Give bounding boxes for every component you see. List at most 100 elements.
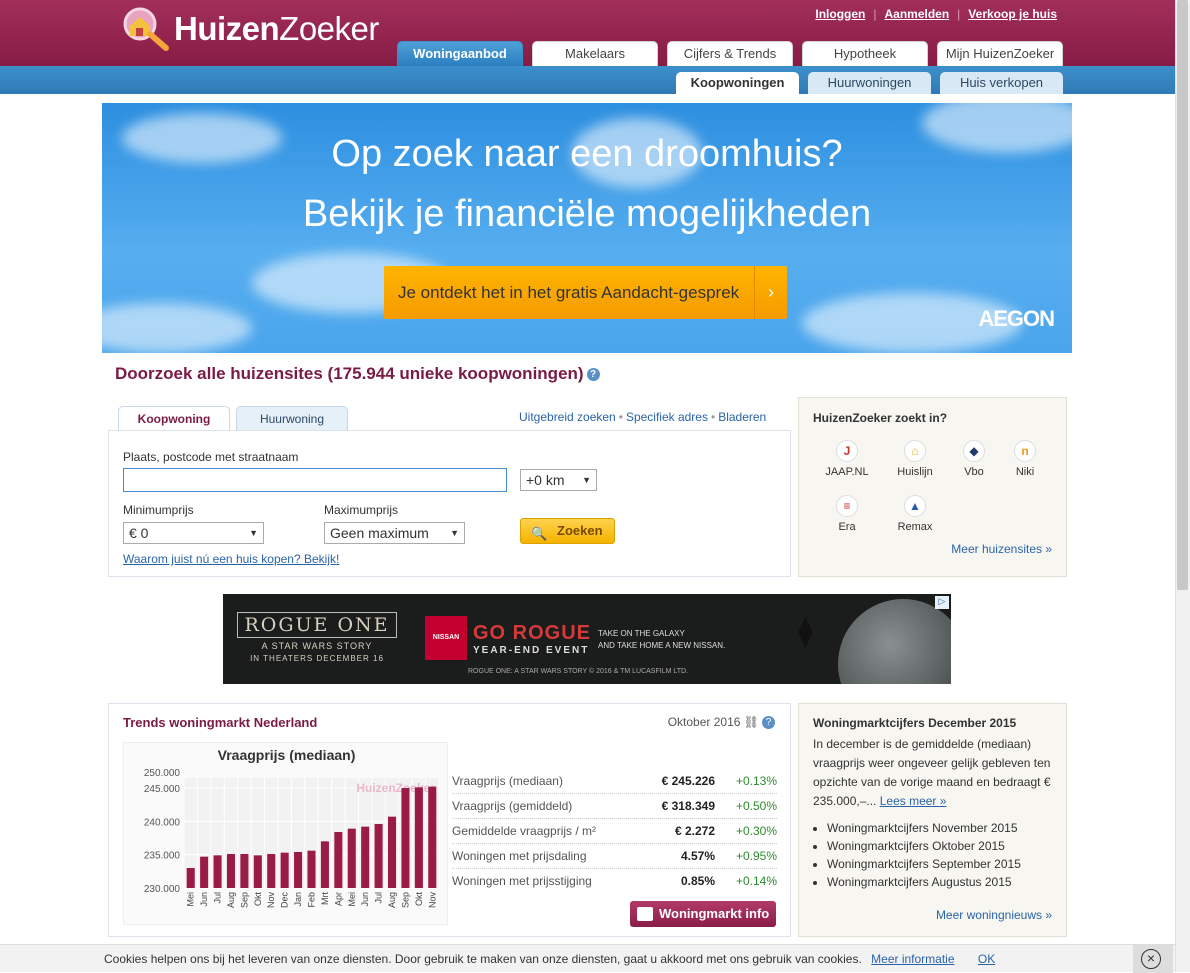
- scrollbar-thumb[interactable]: [1177, 0, 1188, 590]
- chart-bar: [347, 828, 356, 888]
- tab-mijn-huizenzoeker[interactable]: Mijn HuizenZoeker: [937, 41, 1063, 66]
- chevron-right-icon: ›: [754, 266, 787, 319]
- x-tick-label: Okt: [414, 892, 424, 907]
- browse-link[interactable]: Bladeren: [718, 410, 766, 424]
- tab-huurwoning[interactable]: Huurwoning: [236, 406, 348, 431]
- x-tick-label: Nov: [266, 892, 276, 909]
- chart-bar: [414, 787, 423, 888]
- chart-bar: [320, 841, 329, 888]
- market-info-button[interactable]: Woningmarkt info: [630, 901, 776, 927]
- cookie-ok-link[interactable]: OK: [978, 952, 995, 966]
- specific-address-link[interactable]: Specifiek adres: [626, 410, 708, 424]
- cookie-bar: Cookies helpen ons bij het leveren van o…: [0, 944, 1175, 973]
- tab-koopwoning[interactable]: Koopwoning: [118, 406, 230, 431]
- tab-hypotheek[interactable]: Hypotheek: [802, 41, 928, 66]
- advanced-search-link[interactable]: Uitgebreid zoeken: [519, 410, 616, 424]
- help-icon[interactable]: ?: [762, 716, 775, 730]
- chart-bar: [428, 786, 437, 888]
- site-era[interactable]: ≡ Era: [812, 495, 882, 533]
- chevron-down-icon: ▼: [582, 475, 591, 485]
- search-links: Uitgebreid zoeken • Specifiek adres • Blader…: [519, 410, 767, 424]
- chart-bar: [253, 855, 262, 888]
- max-price-label: Maximumprijs: [324, 503, 399, 517]
- max-price-select[interactable]: Geen maximum ▼: [324, 522, 465, 544]
- subtab-koopwoningen[interactable]: Koopwoningen: [676, 72, 799, 94]
- stat-row: Woningen met prijsstijging 0.85% +0.14%: [452, 874, 777, 888]
- chart-bar: [280, 852, 289, 888]
- ad-rogue-one-panel: ROGUE ONE A STAR WARS STORY IN THEATERS …: [237, 612, 397, 663]
- logo[interactable]: HuizenZoeker: [114, 6, 379, 52]
- site-niki[interactable]: n Niki: [990, 440, 1060, 478]
- sites-title: HuizenZoeker zoekt in?: [813, 411, 948, 425]
- y-tick-label: 235.000: [144, 851, 181, 862]
- place-input[interactable]: [123, 468, 507, 492]
- tab-cijfers-trends[interactable]: Cijfers & Trends: [667, 41, 793, 66]
- chart-bar: [401, 788, 410, 888]
- x-tick-label: Jun: [360, 892, 370, 907]
- cookie-more-link[interactable]: Meer informatie: [871, 952, 954, 966]
- tab-woningaanbod[interactable]: Woningaanbod: [397, 41, 523, 66]
- adchoices-icon[interactable]: ▷: [935, 596, 949, 609]
- news-item[interactable]: Woningmarktcijfers September 2015: [827, 855, 1021, 873]
- main-nav: Woningaanbod Makelaars Cijfers & Trends …: [397, 41, 1063, 66]
- x-tick-label: Mei: [186, 892, 196, 907]
- close-icon: ×: [1141, 949, 1161, 969]
- sites-box: HuizenZoeker zoekt in? J JAAP.NL ⌂ Huislij…: [798, 397, 1067, 577]
- logo-text: HuizenZoeker: [174, 10, 379, 47]
- cookie-close-button[interactable]: ×: [1133, 945, 1173, 973]
- more-sites-link[interactable]: Meer huizensites »: [951, 542, 1052, 556]
- radius-select[interactable]: +0 km ▼: [520, 469, 597, 491]
- x-tick-label: Jul: [374, 892, 384, 904]
- chart-bar: [374, 824, 383, 888]
- chart-bar: [388, 816, 397, 888]
- news-item[interactable]: Woningmarktcijfers Oktober 2015: [827, 837, 1021, 855]
- subtab-huis-verkopen[interactable]: Huis verkopen: [940, 72, 1063, 94]
- news-body: In december is de gemiddelde (mediaan) v…: [813, 737, 1051, 808]
- more-news-link[interactable]: Meer woningnieuws »: [936, 908, 1052, 922]
- y-tick-label: 240.000: [144, 817, 181, 828]
- site-jaap[interactable]: J JAAP.NL: [812, 440, 882, 478]
- x-tick-label: Nov: [427, 892, 437, 909]
- help-icon[interactable]: ?: [586, 368, 600, 382]
- stats-table: Vraagprijs (mediaan) € 245.226 +0.13% Vraa…: [452, 769, 777, 894]
- news-item[interactable]: Woningmarktcijfers November 2015: [827, 819, 1021, 837]
- chart-bar: [307, 850, 316, 888]
- hero-banner[interactable]: Op zoek naar een droomhuis? Bekijk je fi…: [102, 103, 1072, 353]
- niki-icon: n: [1014, 440, 1036, 462]
- register-link[interactable]: Aanmelden: [876, 7, 957, 21]
- search-button[interactable]: 🔍 Zoeken: [520, 518, 615, 544]
- trends-panel: Trends woningmarkt Nederland Oktober 201…: [108, 703, 791, 937]
- tab-makelaars[interactable]: Makelaars: [532, 41, 658, 66]
- chart-bar: [334, 832, 343, 888]
- stat-row: Gemiddelde vraagprijs / m² € 2.272 +0.30%: [452, 819, 777, 844]
- min-price-select[interactable]: € 0 ▼: [123, 522, 264, 544]
- why-buy-link[interactable]: Waarom juist nú een huis kopen? Bekijk!: [123, 552, 339, 566]
- x-tick-label: Aug: [387, 892, 397, 908]
- sell-house-link[interactable]: Verkoop je huis: [960, 7, 1065, 21]
- chart-bar: [226, 854, 235, 888]
- x-tick-label: Jan: [293, 892, 303, 907]
- site-remax[interactable]: ▲ Remax: [880, 495, 950, 533]
- chart-bar: [267, 854, 276, 888]
- banner-cta-button[interactable]: Je ontdekt het in het gratis Aandacht-ge…: [384, 266, 787, 319]
- news-item[interactable]: Woningmarktcijfers Augustus 2015: [827, 873, 1021, 891]
- trends-month: Oktober 2016 ⛓?: [668, 715, 775, 730]
- top-links: Inloggen | Aanmelden | Verkoop je huis: [807, 7, 1065, 21]
- vbo-icon: ◆: [963, 440, 985, 462]
- banner-heading-1: Op zoek naar een droomhuis?: [331, 133, 843, 175]
- link-icon[interactable]: ⛓: [744, 715, 759, 729]
- x-tick-label: Aug: [226, 892, 236, 908]
- y-tick-label: 230.000: [144, 884, 181, 895]
- x-tick-label: Okt: [253, 892, 263, 907]
- advertisement[interactable]: ROGUE ONE A STAR WARS STORY IN THEATERS …: [223, 594, 951, 684]
- nissan-logo: NISSAN: [425, 616, 467, 660]
- ad-tagline: TAKE ON THE GALAXY AND TAKE HOME A NEW NI…: [598, 629, 726, 650]
- subtab-huurwoningen[interactable]: Huurwoningen: [808, 72, 931, 94]
- page-scrollbar[interactable]: [1175, 0, 1190, 972]
- chart-svg: HuizenZoekerMei Jun Jul Aug Sep Okt Nov Dec Jan F…: [144, 768, 440, 909]
- read-more-link[interactable]: Lees meer »: [880, 794, 947, 808]
- login-link[interactable]: Inloggen: [807, 7, 873, 21]
- x-tick-label: Mei: [347, 892, 357, 907]
- chart-watermark: HuizenZoeker: [356, 781, 435, 795]
- x-tick-label: Dec: [280, 892, 290, 909]
